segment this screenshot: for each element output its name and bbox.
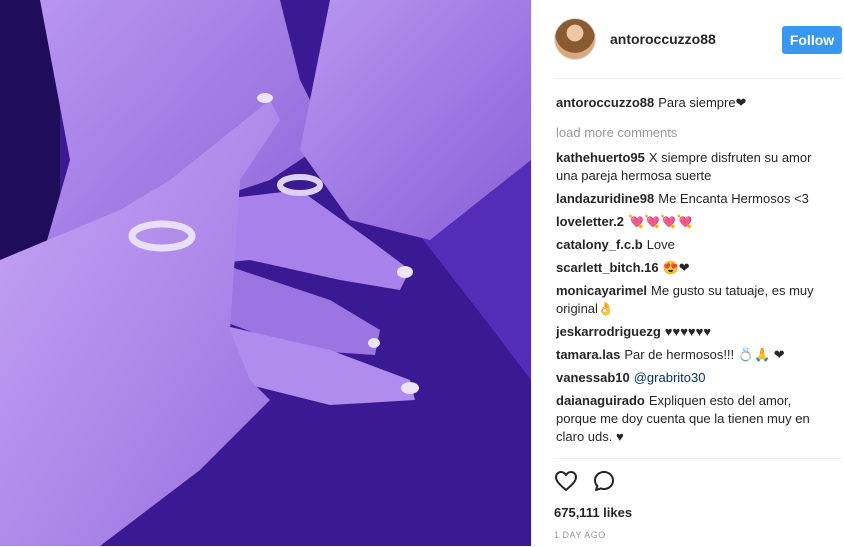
comment-username[interactable]: kathehuerto95: [556, 150, 645, 165]
avatar[interactable]: [554, 18, 596, 60]
comment-username[interactable]: monicayarimel: [556, 283, 647, 298]
load-more-comments-link[interactable]: load more comments: [556, 124, 834, 142]
author-username[interactable]: antoroccuzzo88: [610, 31, 716, 47]
comment-item: scarlett_bitch.16 😍❤: [556, 259, 834, 277]
comment-username[interactable]: landazuridine98: [556, 191, 654, 206]
comment-item: kathehuerto95 X siempre disfruten su amor…: [556, 149, 834, 185]
comment-text: Me Encanta Hermosos <3: [658, 191, 809, 206]
caption: antoroccuzzo88 Para siempre❤: [556, 94, 834, 112]
post-photo[interactable]: [0, 0, 531, 546]
comment-item: monicayarimel Me gusto su tatuaje, es muy…: [556, 282, 834, 318]
action-icons: [554, 459, 842, 493]
comment-username[interactable]: scarlett_bitch.16: [556, 260, 659, 275]
comment-username[interactable]: jeskarrodriguezg: [556, 324, 661, 339]
comment-text: Par de hermosos!!! 💍🙏 ❤: [624, 347, 785, 362]
comment-username[interactable]: catalony_f.c.b: [556, 237, 643, 252]
comment-username[interactable]: tamara.las: [556, 347, 620, 362]
comment-username[interactable]: daianaguirado: [556, 393, 645, 408]
comment-item: loveletter.2 💘💘💘💘: [556, 213, 834, 231]
comment-text: 💘💘💘💘: [627, 214, 693, 229]
comment-text: Love: [646, 237, 675, 252]
comment-item: landazuridine98 Me Encanta Hermosos <3: [556, 190, 834, 208]
comment-item: daianaguirado Expliquen esto del amor, po…: [556, 392, 834, 446]
comment-username[interactable]: loveletter.2: [556, 214, 624, 229]
comment-bubble-icon[interactable]: [592, 469, 616, 493]
caption-username[interactable]: antoroccuzzo88: [556, 95, 654, 110]
comment-username[interactable]: vanessab10: [556, 370, 630, 385]
comment-item: tamara.las Par de hermosos!!! 💍🙏 ❤: [556, 346, 834, 364]
post-timestamp[interactable]: 1 DAY AGO: [554, 530, 842, 540]
comment-text: 😍❤: [662, 260, 690, 275]
post-actions: 675,111 likes 1 DAY AGO: [554, 458, 842, 547]
comments-list: antoroccuzzo88 Para siempre❤ load more co…: [532, 79, 844, 446]
caption-text: Para siempre❤: [658, 95, 747, 110]
comment-mention-link[interactable]: @grabrito30: [634, 370, 706, 385]
post-panel: antoroccuzzo88 Follow antoroccuzzo88 Para…: [531, 0, 844, 546]
follow-button[interactable]: Follow: [782, 26, 842, 54]
comment-item: catalony_f.c.b Love: [556, 236, 834, 254]
comment-item: vanessab10 @grabrito30: [556, 369, 834, 387]
comment-text: ♥♥♥♥♥♥: [664, 324, 712, 339]
comment-item: jeskarrodriguezg ♥♥♥♥♥♥: [556, 323, 834, 341]
likes-count[interactable]: 675,111 likes: [554, 505, 842, 520]
post-header: antoroccuzzo88 Follow: [554, 0, 842, 79]
heart-outline-icon[interactable]: [554, 469, 578, 493]
